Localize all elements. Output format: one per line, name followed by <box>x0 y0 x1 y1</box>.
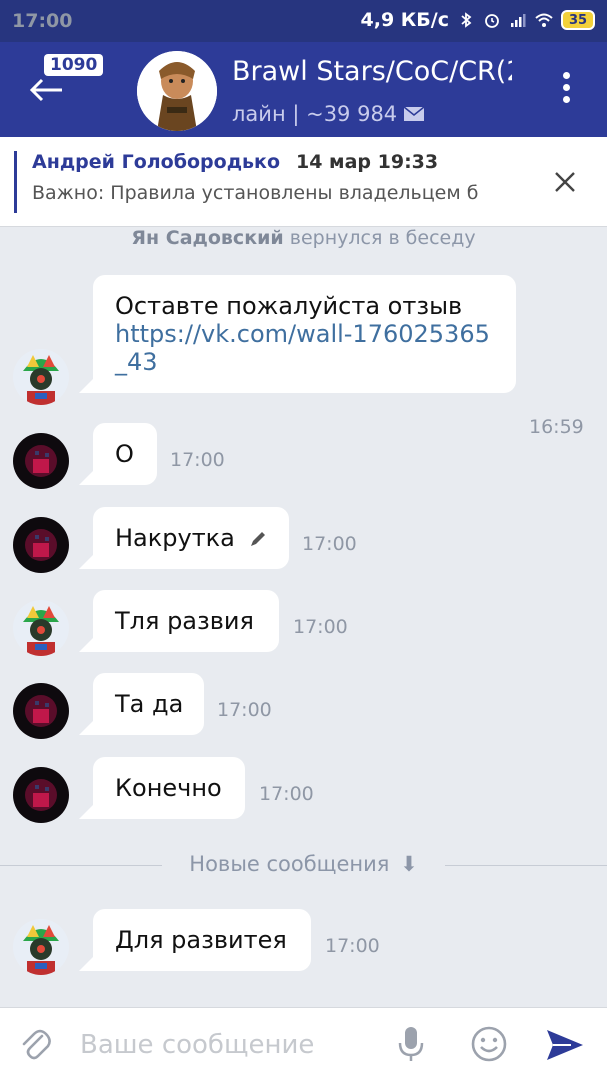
service-action: вернулся в беседу <box>289 227 476 249</box>
pinned-date: 14 мар 19:33 <box>296 151 439 173</box>
signal-icon <box>511 14 526 27</box>
message-bubble[interactable]: Оставте пожалуйста отзыв https://vk.com/… <box>79 275 516 393</box>
pencil-icon <box>250 532 265 546</box>
brawler-avatar-icon <box>13 600 69 656</box>
message-text: Накрутка <box>115 524 235 552</box>
message-time: 17:00 <box>259 783 314 805</box>
pinned-accent-bar <box>14 151 17 213</box>
wifi-icon <box>535 13 553 27</box>
emoji-icon[interactable] <box>470 1025 508 1063</box>
message-text: Тля развия <box>115 607 254 635</box>
chat-avatar[interactable] <box>137 51 217 131</box>
dark-avatar[interactable] <box>13 433 69 489</box>
dark-avatar[interactable] <box>13 517 69 573</box>
dark-avatar-icon <box>13 433 69 489</box>
barbarian-avatar-icon <box>137 51 217 131</box>
message-time: 17:00 <box>293 616 348 638</box>
message-text: Конечно <box>115 774 222 802</box>
dark-avatar-icon <box>13 767 69 823</box>
unread-badge: 1090 <box>44 54 104 76</box>
message-bubble[interactable]: Тля развия <box>79 590 279 652</box>
status-bar: 17:00 4,9 КБ/с 35 <box>0 0 607 42</box>
message-time: 17:00 <box>170 449 225 471</box>
message-text: О <box>115 440 134 468</box>
message-bubble[interactable]: Для развитея <box>79 909 311 971</box>
dark-avatar-icon <box>13 683 69 739</box>
envelope-icon <box>403 106 425 121</box>
message-bubble[interactable]: Конечно <box>79 757 245 819</box>
pinned-author: Андрей Голобородько <box>32 151 281 173</box>
dark-avatar[interactable] <box>13 683 69 739</box>
paperclip-icon[interactable] <box>20 1026 52 1062</box>
back-arrow-icon[interactable] <box>28 75 68 105</box>
chat-header: 1090 Brawl Stars/CoC/CR(2 лайн | ~39 984 <box>0 42 607 137</box>
message-bubble[interactable]: О <box>79 423 157 485</box>
bluetooth-icon <box>461 12 472 28</box>
close-icon[interactable] <box>553 170 577 194</box>
brawler-avatar-icon <box>13 349 69 405</box>
message-composer <box>0 1007 607 1080</box>
brawler-avatar-icon <box>13 919 69 975</box>
send-icon[interactable] <box>545 1028 585 1062</box>
message-text: Та да <box>115 690 184 718</box>
message-time: 17:00 <box>325 935 380 957</box>
arrow-down-icon: ⬇ <box>400 852 418 876</box>
battery-icon: 35 <box>561 10 595 30</box>
message-link[interactable]: https://vk.com/wall-176025365_43 <box>115 320 494 376</box>
message-list[interactable]: Ян Садовский вернулся в беседу Оставте п… <box>0 227 607 1007</box>
dark-avatar[interactable] <box>13 767 69 823</box>
chat-subtitle: лайн | ~39 984 <box>232 102 512 126</box>
chat-member-info: лайн | ~39 984 <box>232 102 398 126</box>
more-menu-icon[interactable] <box>561 72 571 108</box>
message-text: Оставте пожалуйста отзыв <box>115 292 463 320</box>
brawler-avatar[interactable] <box>13 349 69 405</box>
pinned-message[interactable]: Андрей Голобородько 14 мар 19:33 Важно: … <box>0 137 607 227</box>
service-message: Ян Садовский вернулся в беседу <box>0 227 607 249</box>
service-name: Ян Садовский <box>131 227 284 249</box>
status-time: 17:00 <box>12 10 73 32</box>
message-time: 16:59 <box>529 416 584 438</box>
microphone-icon[interactable] <box>396 1025 426 1063</box>
network-speed: 4,9 КБ/с <box>360 9 450 31</box>
message-bubble[interactable]: Та да <box>79 673 204 735</box>
status-icons: 4,9 КБ/с 35 <box>360 9 595 31</box>
chat-title[interactable]: Brawl Stars/CoC/CR(2 <box>232 56 512 87</box>
message-text: Для развитея <box>115 926 287 954</box>
message-input[interactable] <box>80 1028 370 1062</box>
message-time: 17:00 <box>217 699 272 721</box>
dark-avatar-icon <box>13 517 69 573</box>
message-bubble[interactable]: Накрутка <box>79 507 289 569</box>
pinned-text: Важно: Правила установлены владельцем б <box>32 182 479 204</box>
brawler-avatar[interactable] <box>13 919 69 975</box>
new-messages-divider: Новые сообщения ⬇ <box>0 852 607 880</box>
new-messages-label: Новые сообщения ⬇ <box>189 852 418 876</box>
message-time: 17:00 <box>302 533 357 555</box>
brawler-avatar[interactable] <box>13 600 69 656</box>
alarm-icon <box>485 14 499 28</box>
